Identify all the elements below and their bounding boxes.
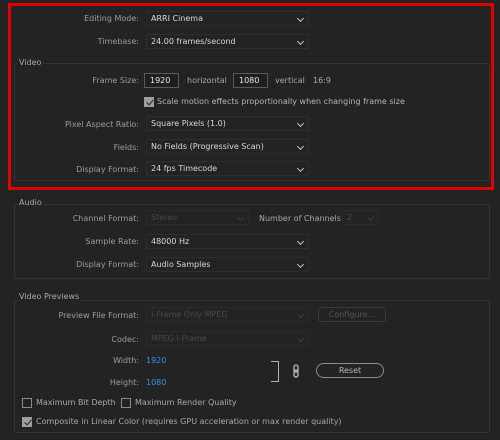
chevron-down-icon: [366, 213, 375, 222]
max-bit-depth-checkbox[interactable]: [22, 398, 32, 408]
linear-color-label: Composite in Linear Color (requires GPU …: [36, 417, 342, 426]
preview-file-format-dropdown[interactable]: I-Frame Only MPEG: [146, 307, 309, 322]
reset-button[interactable]: Reset: [316, 363, 384, 378]
preview-height-value[interactable]: 1080: [146, 377, 166, 389]
preview-width-value[interactable]: 1920: [146, 355, 166, 367]
channel-format-label: Channel Format:: [72, 214, 139, 223]
highlight-frame: [8, 3, 494, 190]
codec-value: MPEG I-Frame: [151, 334, 207, 343]
codec-dropdown[interactable]: MPEG I-Frame: [146, 331, 309, 346]
audio-display-format-value: Audio Samples: [151, 260, 211, 269]
configure-button[interactable]: Configure...: [318, 307, 386, 322]
preview-file-format-value: I-Frame Only MPEG: [151, 310, 228, 319]
channel-format-dropdown[interactable]: Stereo: [146, 210, 249, 225]
sample-rate-dropdown[interactable]: 48000 Hz: [146, 234, 309, 249]
number-of-channels-dropdown[interactable]: 2: [342, 210, 379, 225]
chain-link-icon[interactable]: [291, 364, 301, 378]
audio-section-title: Audio: [17, 197, 44, 209]
codec-label: Codec:: [111, 335, 139, 344]
link-bracket: [271, 361, 279, 382]
chevron-down-icon: [296, 237, 305, 246]
sample-rate-value: 48000 Hz: [151, 237, 190, 246]
max-bit-depth-label: Maximum Bit Depth: [36, 398, 116, 407]
max-render-quality-label: Maximum Render Quality: [135, 398, 237, 407]
number-of-channels-value: 2: [347, 213, 353, 222]
channel-format-value: Stereo: [151, 213, 178, 222]
sample-rate-label: Sample Rate:: [85, 237, 139, 246]
preview-height-label: Height:: [109, 378, 139, 387]
preview-file-format-label: Preview File Format:: [58, 311, 140, 320]
chevron-down-icon: [236, 213, 245, 222]
chevron-down-icon: [296, 260, 305, 269]
chevron-down-icon: [296, 334, 305, 343]
video-previews-section-title: Video Previews: [17, 291, 82, 303]
linear-color-checkbox[interactable]: [22, 417, 32, 427]
audio-display-format-dropdown[interactable]: Audio Samples: [146, 257, 309, 272]
preview-width-label: Width:: [113, 356, 139, 365]
max-render-quality-checkbox[interactable]: [121, 398, 131, 408]
chevron-down-icon: [296, 310, 305, 319]
audio-display-format-label: Display Format:: [76, 260, 139, 269]
number-of-channels-label: Number of Channels:: [259, 214, 344, 223]
